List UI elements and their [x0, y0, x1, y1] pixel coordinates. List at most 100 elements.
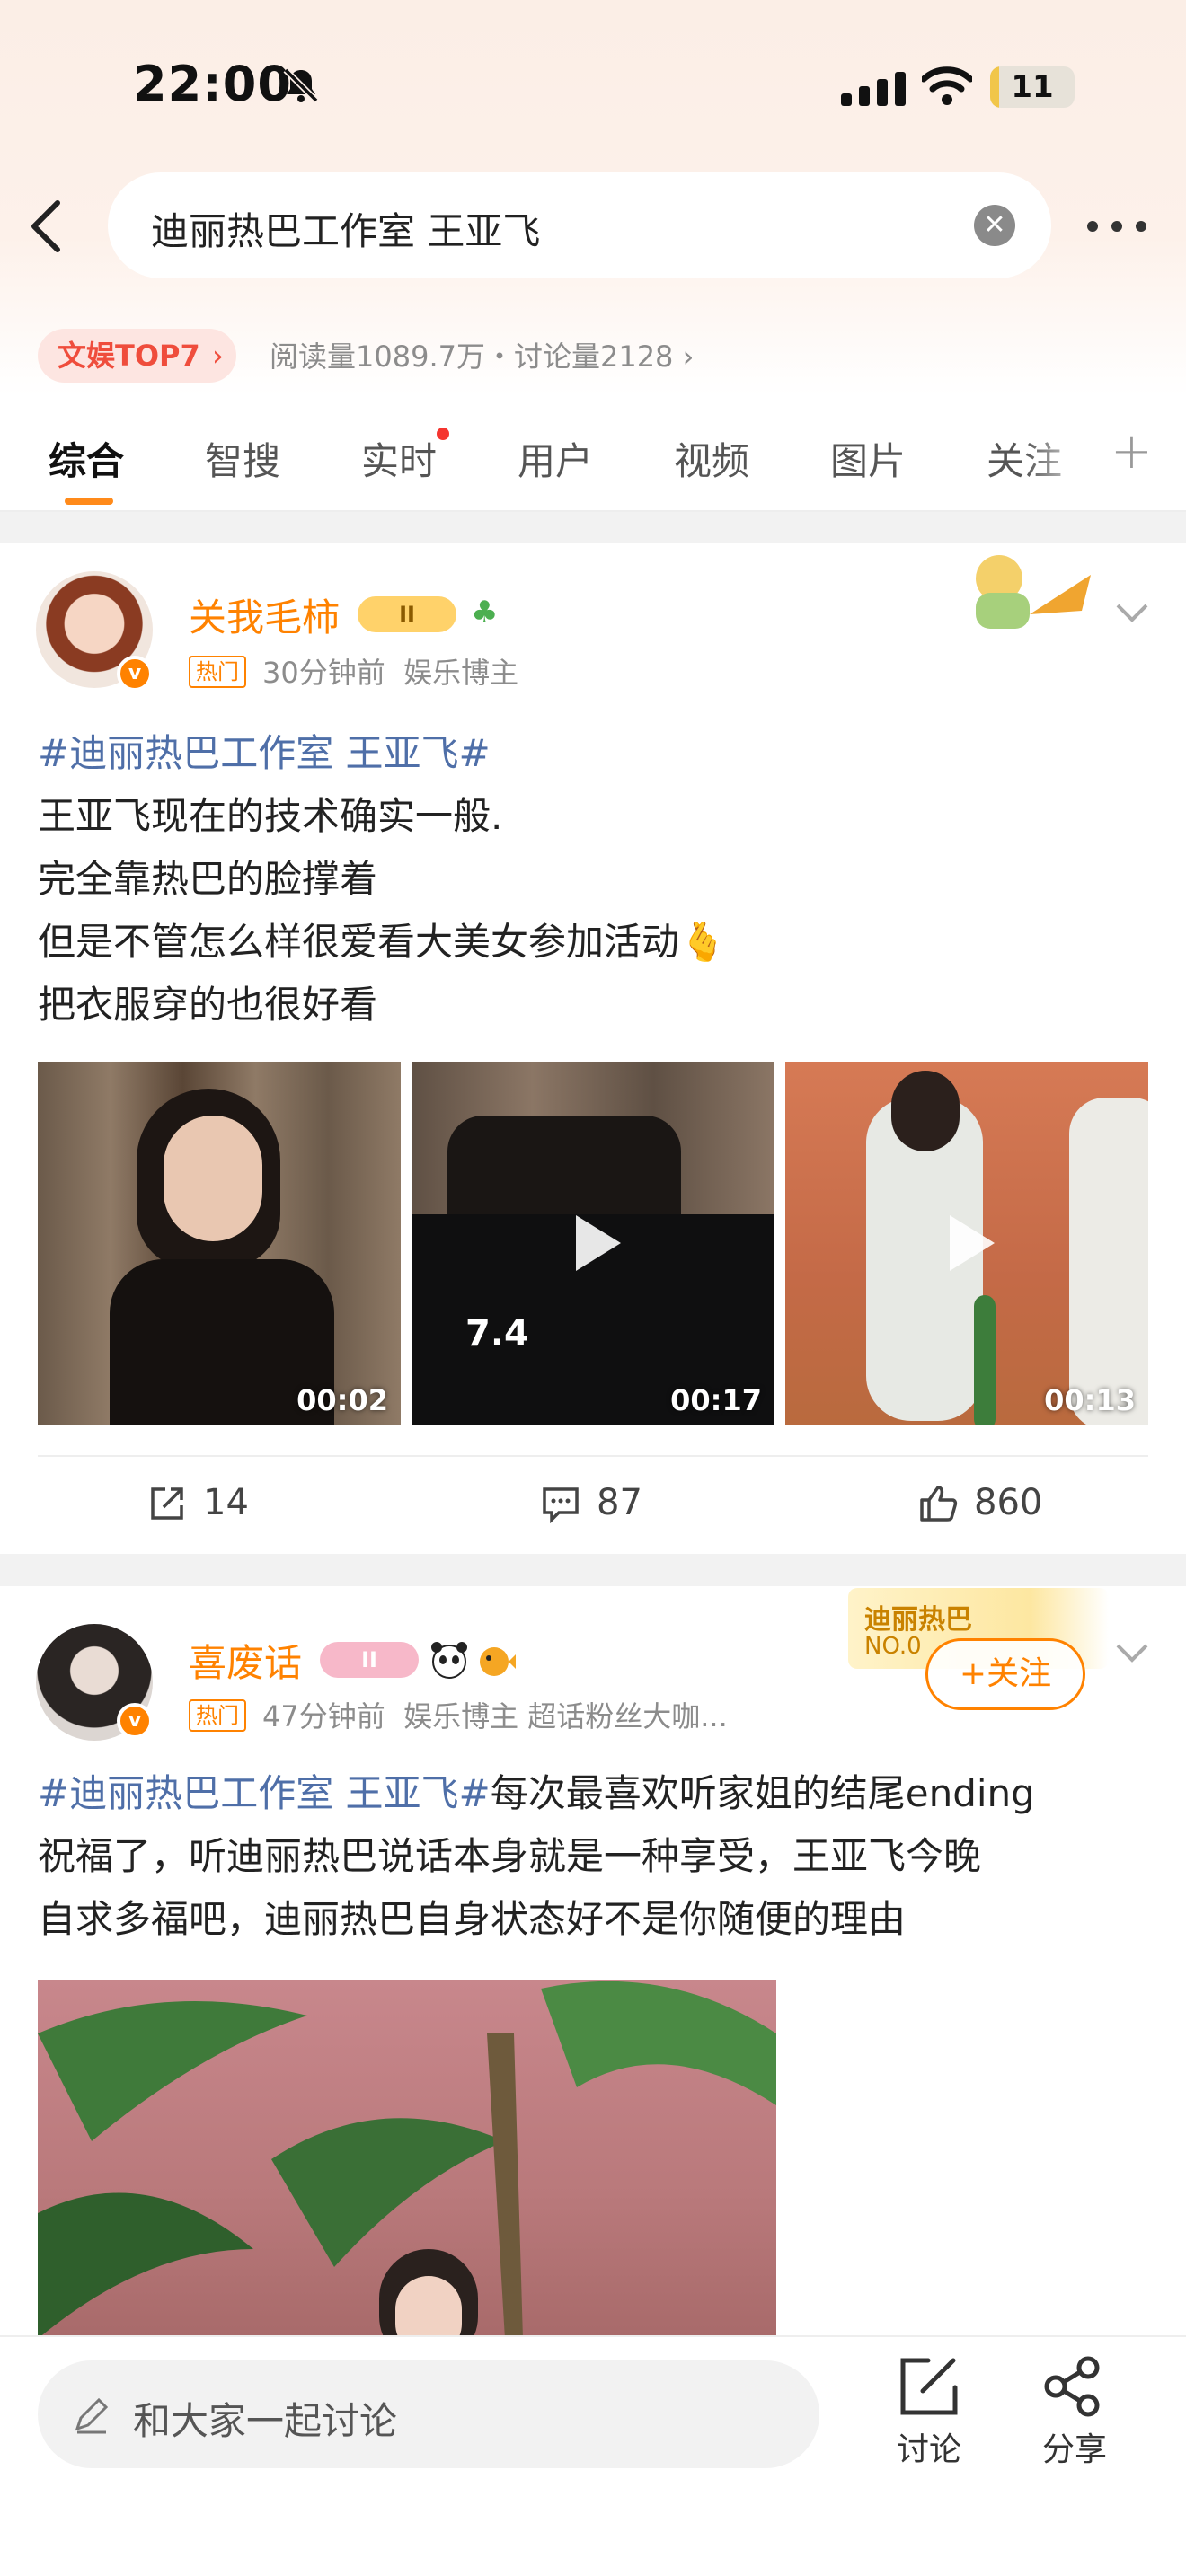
tab-label: 智搜: [205, 439, 281, 483]
search-query[interactable]: 迪丽热巴工作室 王亚飞: [151, 201, 540, 256]
screen: 22:00 11 迪丽热巴工作室 王亚飞 ✕ 文娱TOP7 › 阅读量1089.…: [0, 0, 1186, 2576]
follow-button[interactable]: +关注: [925, 1638, 1085, 1710]
decorative-sticker-icon: [976, 555, 1091, 629]
video-thumbnail[interactable]: 7.4 00:17: [412, 1062, 774, 1425]
video-thumbnail[interactable]: 00:13: [785, 1062, 1148, 1425]
back-arrow-icon[interactable]: [25, 198, 68, 255]
hot-tag: 热门: [189, 1699, 246, 1732]
post-line: 把衣服穿的也很好看: [38, 983, 378, 1027]
cellular-signal-icon: [841, 72, 906, 106]
post-hashtag[interactable]: #迪丽热巴工作室 王亚飞#: [38, 722, 726, 785]
share-button[interactable]: 分享: [1021, 2355, 1128, 2470]
video-duration: 00:13: [1044, 1383, 1136, 1417]
bottom-bar: 和大家一起讨论 讨论 分享: [0, 2335, 1186, 2576]
hand-heart-emoji-icon: 🫰: [679, 920, 727, 964]
post-hashtag[interactable]: #迪丽热巴工作室 王亚飞#: [38, 1771, 491, 1815]
header: 22:00 11 迪丽热巴工作室 王亚飞 ✕ 文娱TOP7 › 阅读量1089.…: [0, 0, 1186, 395]
post-text: #迪丽热巴工作室 王亚飞# 王亚飞现在的技术确实一般. 完全靠热巴的脸撑着 但是…: [38, 722, 726, 1037]
cactus-shape: [974, 1295, 996, 1425]
tab-label: 实时: [361, 439, 438, 483]
mute-bell-icon: [283, 67, 319, 103]
play-icon[interactable]: [926, 1203, 1007, 1284]
verified-badge-icon: v: [117, 656, 153, 692]
rank-badge[interactable]: 文娱TOP7 ›: [38, 329, 236, 383]
pufferfish-emoji-icon: [480, 1647, 516, 1676]
chevron-right-icon: ›: [682, 340, 695, 374]
tab-label: 综合: [49, 439, 125, 483]
play-icon[interactable]: [553, 1203, 633, 1284]
verified-badge-icon: v: [117, 1703, 153, 1739]
chevron-down-icon[interactable]: [1114, 1642, 1150, 1665]
post-card: 迪丽热巴 NO.0 v 喜废话 II 热门 47分钟前 娱乐博主 超话粉丝大咖..…: [0, 1586, 1186, 2339]
tab-shipin[interactable]: 视频: [674, 431, 749, 486]
status-bar: 22:00 11: [0, 0, 1186, 171]
battery-indicator: 11: [990, 66, 1075, 108]
status-time: 22:00: [133, 56, 292, 112]
level-badge: II: [358, 596, 456, 632]
new-dot-badge: [437, 428, 450, 440]
repost-icon: [151, 1487, 183, 1520]
thumbs-up-icon: [920, 1486, 958, 1522]
tab-shishi[interactable]: 实时: [361, 428, 450, 486]
compose-icon: [900, 2358, 958, 2415]
share-label: 分享: [1041, 2431, 1107, 2468]
discussion-input[interactable]: 和大家一起讨论: [38, 2360, 819, 2468]
input-placeholder: 和大家一起讨论: [133, 2399, 398, 2443]
tab-tupian[interactable]: 图片: [830, 431, 906, 486]
share-count: 14: [203, 1482, 249, 1523]
chevron-down-icon[interactable]: [1114, 602, 1150, 625]
post-line: 但是不管怎么样很爱看大美女参加活动: [38, 920, 680, 964]
wifi-icon: [922, 66, 972, 105]
figure-hair: [891, 1071, 960, 1151]
post-meta: 热门 47分钟前 娱乐博主 超话粉丝大咖...: [189, 1694, 728, 1735]
camera-display: 7.4: [465, 1313, 529, 1354]
like-count: 860: [974, 1482, 1043, 1523]
post-card: v 关我毛柿 II ♣ 热门 30分钟前 娱乐博主 #迪丽热巴工作室 王亚飞# 王…: [0, 543, 1186, 1554]
topic-stats-text: 阅读量1089.7万・讨论量2128: [270, 340, 674, 374]
post-username[interactable]: 喜废话: [189, 1633, 302, 1688]
post-actions: 14 87 860: [38, 1455, 1148, 1554]
figure-face: [164, 1116, 262, 1241]
add-tab-icon[interactable]: +: [1111, 422, 1153, 481]
post-image[interactable]: [38, 1980, 776, 2339]
fan-badge-number: NO.0: [864, 1633, 922, 1660]
more-options-icon[interactable]: [1085, 219, 1148, 234]
battery-level: 11: [1011, 69, 1054, 105]
tab-yonghu[interactable]: 用户: [518, 431, 593, 486]
post-category: 娱乐博主: [403, 656, 519, 690]
tab-zonghe[interactable]: 综合: [49, 431, 124, 486]
video-thumbnail[interactable]: 00:02: [38, 1062, 401, 1425]
post-meta: 热门 30分钟前 娱乐博主: [189, 650, 518, 692]
clear-search-icon[interactable]: ✕: [974, 205, 1015, 246]
fan-badge-name: 迪丽热巴: [864, 1604, 972, 1636]
post-line: 自求多福吧，迪丽热巴自身状态好不是你随便的理由: [38, 1897, 907, 1941]
tab-bar: 综合 智搜 实时 用户 视频 图片 关注 +: [0, 395, 1186, 512]
post-time: 47分钟前: [262, 1699, 385, 1734]
chevron-right-icon: ›: [211, 339, 224, 373]
tab-zhisou[interactable]: 智搜: [205, 431, 280, 486]
tab-label: 视频: [674, 439, 750, 483]
level-badge-label: II: [361, 1647, 377, 1672]
level-badge-label: II: [399, 602, 415, 627]
discuss-button[interactable]: 讨论: [875, 2355, 983, 2470]
tab-label: 用户: [518, 439, 594, 483]
comment-count: 87: [597, 1482, 642, 1523]
post-line: 祝福了，听迪丽热巴说话本身就是一种享受，王亚飞今晚: [38, 1834, 982, 1878]
pencil-icon: [75, 2397, 109, 2434]
post-line: 王亚飞现在的技术确实一般.: [38, 794, 503, 838]
post-text: #迪丽热巴工作室 王亚飞#每次最喜欢听家姐的结尾ending 祝福了，听迪丽热巴…: [38, 1762, 1152, 1951]
search-bar[interactable]: 迪丽热巴工作室 王亚飞 ✕: [108, 172, 1051, 278]
share-icon: [1044, 2356, 1100, 2417]
panda-emoji-icon: [431, 1642, 467, 1679]
discuss-label: 讨论: [896, 2431, 961, 2468]
video-duration: 00:02: [296, 1383, 388, 1417]
tab-fade: [1024, 395, 1096, 510]
video-duration: 00:17: [670, 1383, 762, 1417]
hot-tag: 热门: [189, 656, 246, 688]
post-category: 娱乐博主 超话粉丝大咖...: [403, 1699, 728, 1734]
post-username[interactable]: 关我毛柿: [189, 587, 340, 642]
post-line: 每次最喜欢听家姐的结尾ending: [490, 1771, 1035, 1815]
topic-stats[interactable]: 阅读量1089.7万・讨论量2128 ›: [270, 334, 694, 375]
active-tab-underline: [65, 498, 113, 505]
tab-label: 图片: [830, 439, 907, 483]
